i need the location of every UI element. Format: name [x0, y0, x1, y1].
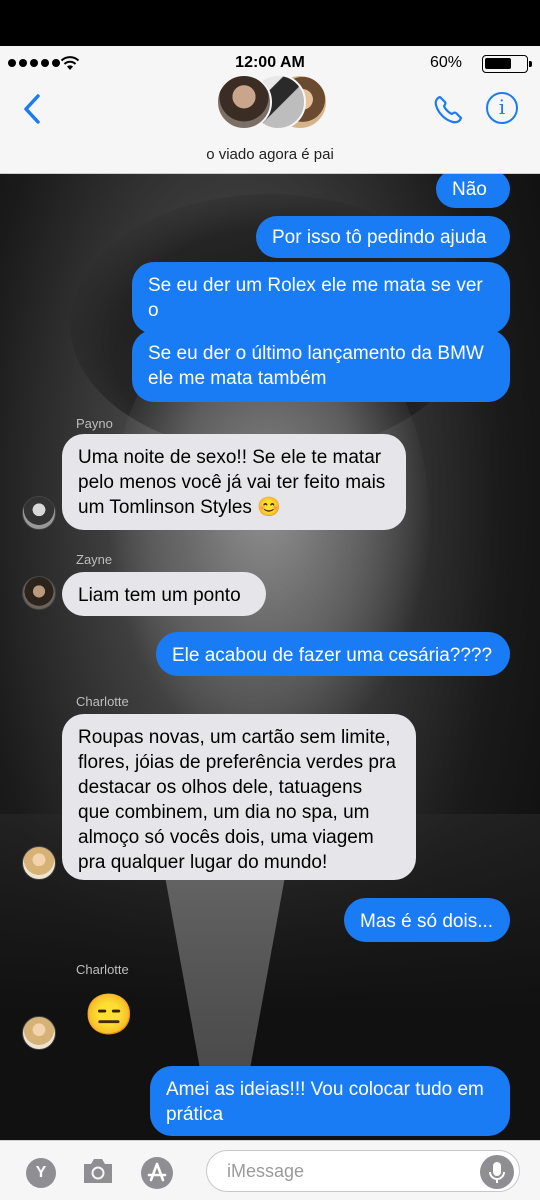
sender-name: Payno	[76, 416, 113, 431]
incoming-message[interactable]: Uma noite de sexo!! Se ele te matar pelo…	[62, 434, 406, 530]
group-name[interactable]: o viado agora é pai	[0, 146, 540, 163]
outgoing-message[interactable]: Amei as ideias!!! Vou colocar tudo em pr…	[150, 1066, 510, 1136]
imessage-input[interactable]: iMessage	[206, 1150, 520, 1192]
group-avatars[interactable]	[216, 74, 328, 132]
outgoing-message[interactable]: Por isso tô pedindo ajuda	[256, 216, 510, 258]
app-store-icon	[147, 1162, 167, 1182]
outgoing-message[interactable]: Se eu der o último lançamento da BMW ele…	[132, 330, 510, 402]
conversation-header: 12:00 AM 60% o viado agora é pai i	[0, 46, 540, 174]
sender-name: Charlotte	[76, 694, 129, 709]
sender-avatar[interactable]	[22, 1016, 56, 1050]
sender-name: Charlotte	[76, 962, 129, 977]
message-thread[interactable]: Não Por isso tô pedindo ajuda Se eu der …	[0, 174, 540, 1140]
y-app-button[interactable]: Y	[26, 1158, 56, 1188]
incoming-message[interactable]: Roupas novas, um cartão sem limite, flor…	[62, 714, 416, 880]
battery-percent: 60%	[429, 54, 462, 71]
microphone-icon	[489, 1162, 505, 1183]
app-store-button[interactable]	[141, 1157, 173, 1189]
outgoing-message[interactable]: Se eu der um Rolex ele me mata se ver o …	[132, 262, 510, 346]
back-chevron-icon[interactable]	[18, 92, 48, 126]
camera-icon[interactable]	[80, 1155, 116, 1187]
expressionless-emoji-message[interactable]: 😑	[84, 992, 134, 1038]
top-black-bar	[0, 0, 540, 46]
input-bar: Y iMessage	[0, 1140, 540, 1200]
battery-icon	[482, 55, 532, 73]
incoming-message[interactable]: Liam tem um ponto	[62, 572, 266, 616]
sender-avatar[interactable]	[22, 576, 56, 610]
outgoing-message[interactable]: Mas é só dois...	[344, 898, 510, 942]
phone-icon[interactable]	[432, 94, 464, 126]
microphone-button[interactable]	[480, 1155, 514, 1189]
outgoing-message[interactable]: Não	[436, 174, 510, 208]
member-avatar	[216, 74, 272, 130]
sender-avatar[interactable]	[22, 846, 56, 880]
sender-avatar[interactable]	[22, 496, 56, 530]
sender-name: Zayne	[76, 552, 113, 567]
outgoing-message[interactable]: Ele acabou de fazer uma cesária????	[156, 632, 510, 676]
info-icon[interactable]: i	[486, 92, 518, 124]
